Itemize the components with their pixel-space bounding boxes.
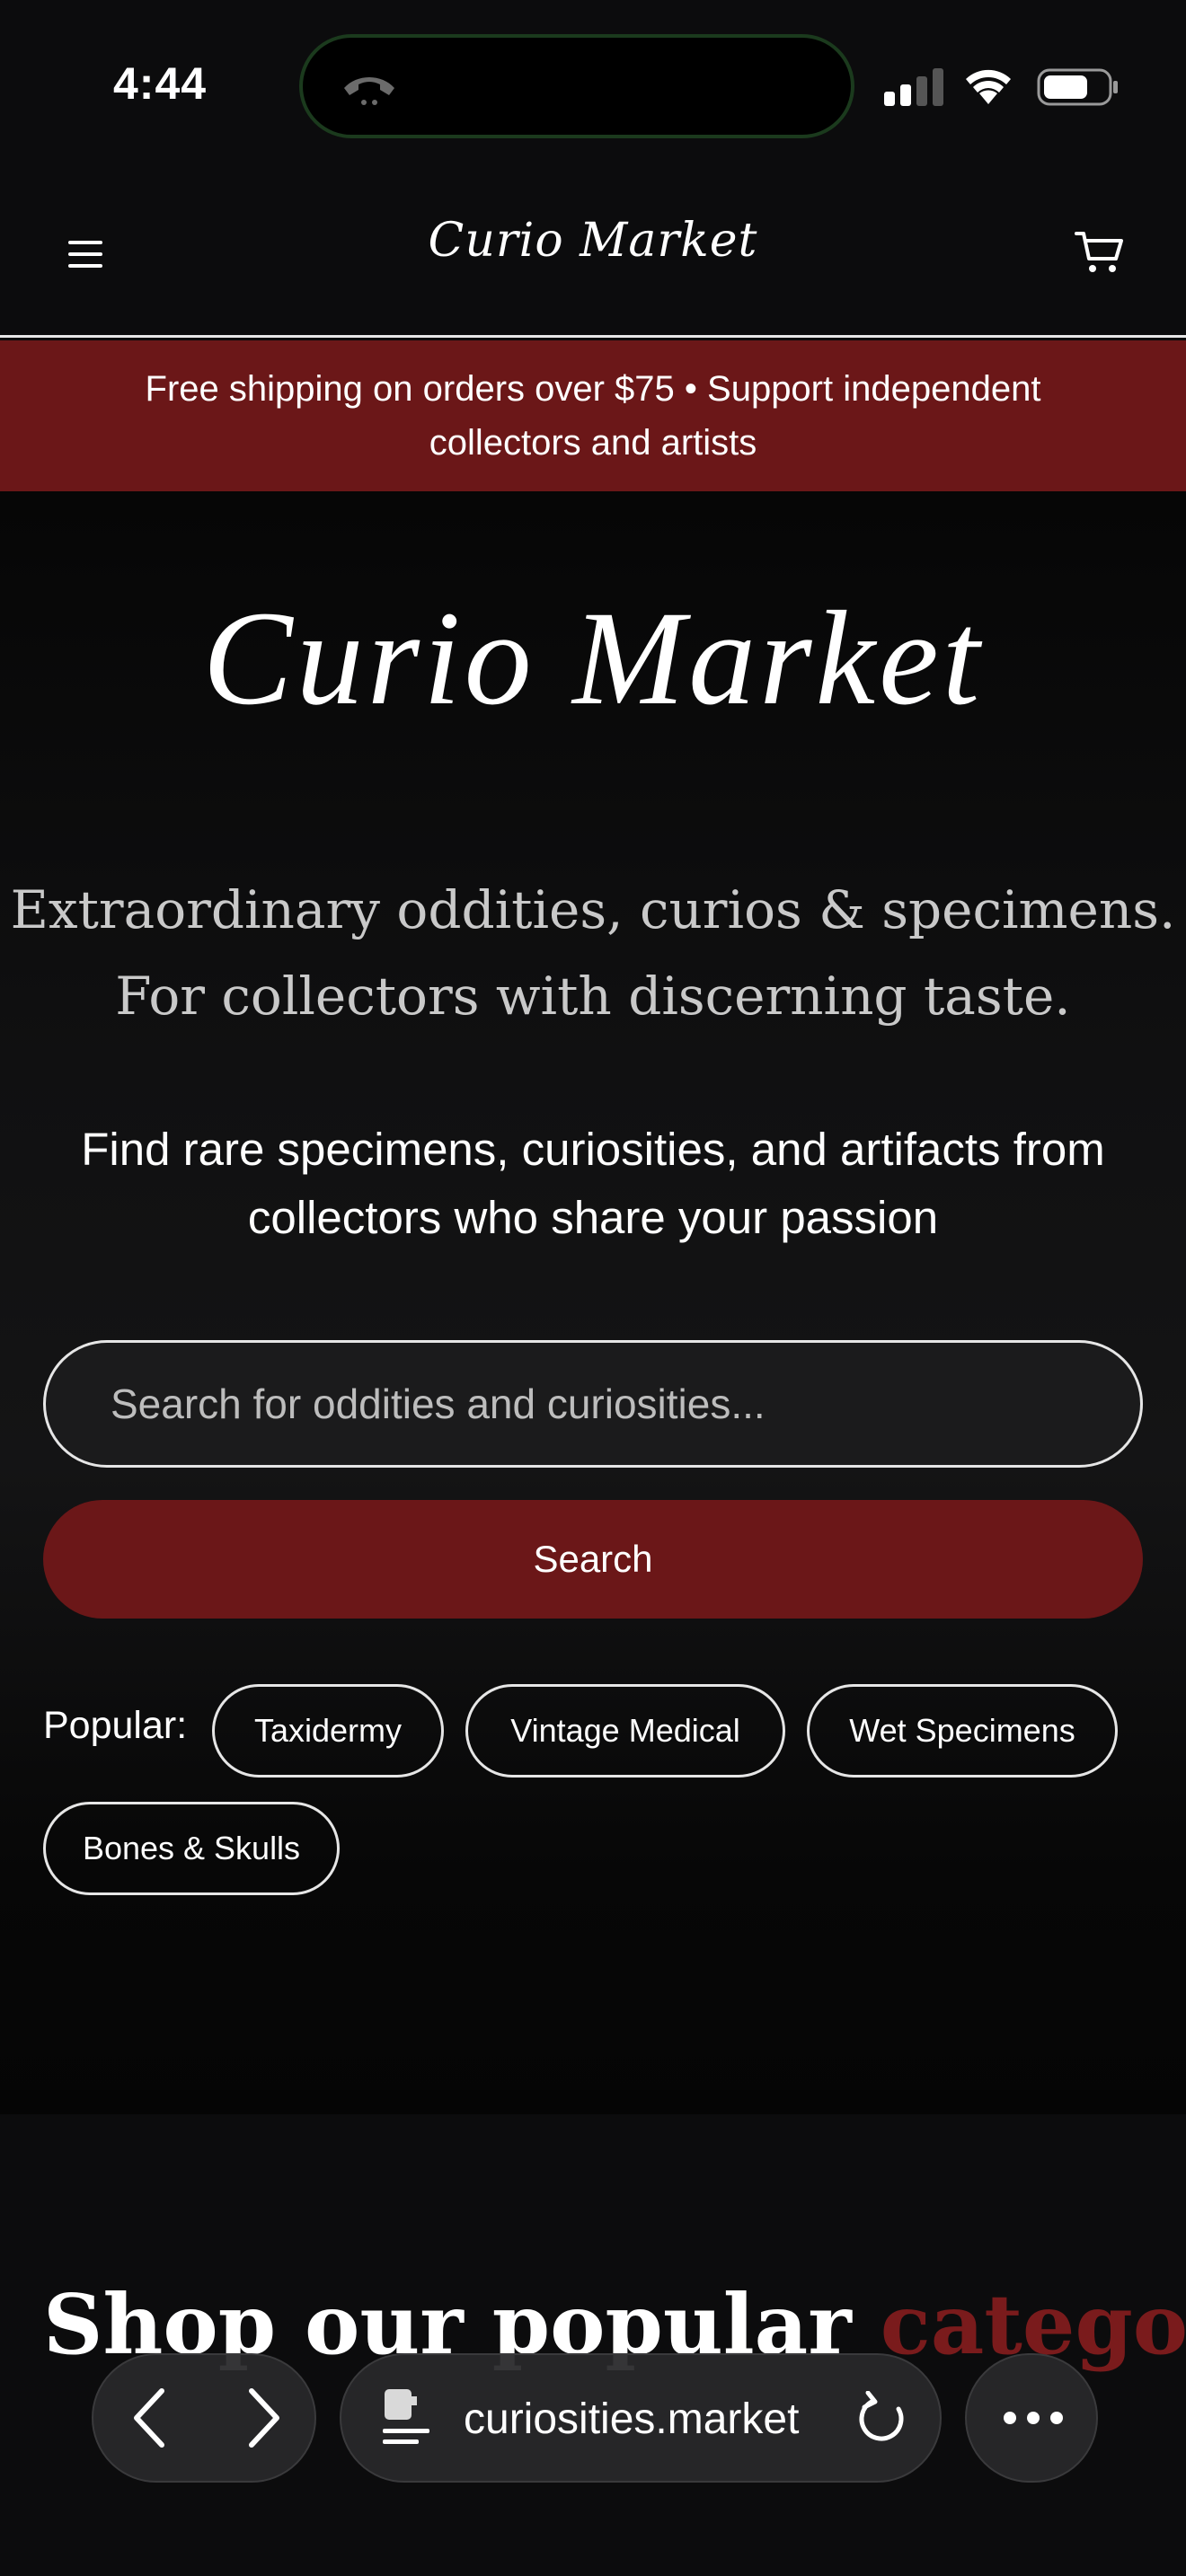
hero-section: Curio Market Extraordinary oddities, cur… [0,491,1186,2114]
promo-text: Free shipping on orders over $75 • Suppo… [145,369,1041,463]
forward-arrow-icon[interactable] [237,2386,288,2450]
phone-call-icon [344,77,394,105]
browser-more-button[interactable] [965,2353,1098,2483]
browser-nav-controls [92,2353,316,2483]
page: 4:44 Curio Market Free shipping on order… [0,0,1186,2576]
popular-tag-wet-specimens[interactable]: Wet Specimens [807,1684,1118,1778]
popular-tag-taxidermy[interactable]: Taxidermy [212,1684,444,1778]
hero-subtitle: Find rare specimens, curiosities, and ar… [81,1124,1105,1243]
tagline-line-1: Extraordinary oddities, curios & specime… [10,879,1176,940]
reload-icon[interactable] [855,2391,911,2448]
popular-label: Popular: [43,1704,188,1747]
site-header: Curio Market [0,171,1186,338]
status-bar: 4:44 [0,0,1186,171]
dynamic-island [299,34,854,138]
battery-icon [1037,68,1118,106]
hero-logo: Curio Market [202,584,984,733]
popular-tag-bones-skulls[interactable]: Bones & Skulls [43,1802,340,1895]
header-logo[interactable]: Curio Market [0,214,1186,268]
popular-tag-vintage-medical[interactable]: Vintage Medical [465,1684,785,1778]
page-settings-icon[interactable] [379,2386,433,2452]
shopping-cart-icon[interactable] [1075,230,1125,275]
cellular-signal-icon [884,68,943,106]
wifi-icon [966,69,1011,104]
search-input[interactable] [43,1340,1143,1468]
status-time: 4:44 [113,58,208,109]
browser-address-bar[interactable]: curiosities.market [340,2353,942,2483]
promo-banner: Free shipping on orders over $75 • Suppo… [0,340,1186,491]
more-options-icon[interactable] [1001,2407,1066,2429]
categories-section: Shop our popular categories [0,2114,1186,2576]
search-button[interactable]: Search [43,1500,1143,1619]
url-text[interactable]: curiosities.market [464,2395,799,2444]
tagline-line-2: For collectors with discerning taste. [115,966,1071,1027]
back-arrow-icon[interactable] [126,2386,176,2450]
hero-tagline: Extraordinary oddities, curios & specime… [0,867,1186,1039]
